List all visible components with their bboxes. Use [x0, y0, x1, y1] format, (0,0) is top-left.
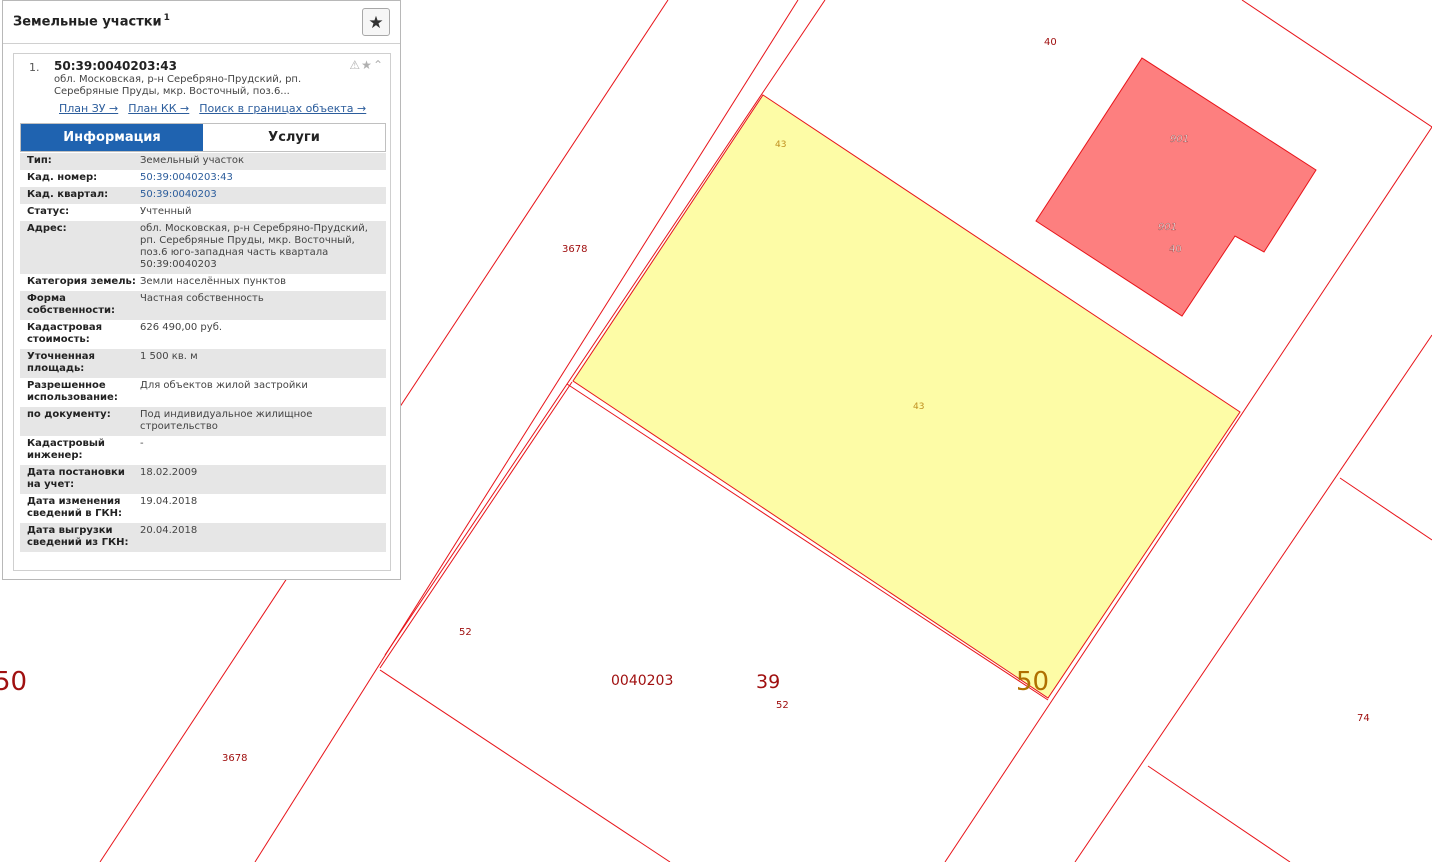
parcel-label-52: 52 [776, 700, 789, 711]
result-links: План ЗУ → План КК → Поиск в границах объек… [59, 102, 376, 115]
info-row-ownership: Форма собственности: Частная собственност… [20, 291, 386, 320]
district-label: 39 [756, 671, 780, 693]
building-label-901: 901 [1170, 134, 1189, 145]
info-table: Тип: Земельный участок Кад. номер: 50:39:0… [20, 153, 386, 552]
info-row-permitted-use: Разрешенное использование: Для объектов ж… [20, 378, 386, 407]
parcel-boundary-line [379, 381, 573, 669]
info-label: Уточненная площадь: [27, 351, 95, 374]
search-in-bounds-link[interactable]: Поиск в границах объекта → [199, 102, 366, 115]
quarter-label: 0040203 [611, 673, 673, 689]
info-row-engineer: Кадастровый инженер: - [20, 436, 386, 465]
land-plots-panel: Земельные участки 1 ★ 1. 50:39:0040203:43… [2, 0, 401, 580]
region-label: 50 [1016, 667, 1049, 697]
info-value: 626 490,00 руб. [140, 322, 223, 333]
info-value: 1 500 кв. м [140, 351, 198, 362]
parcel-boundary-line [1339, 477, 1432, 541]
building-901[interactable] [1035, 57, 1317, 317]
info-row-export-date: Дата выгрузки сведений из ГКН: 20.04.2018 [20, 523, 386, 552]
info-row-cad-quarter: Кад. квартал: 50:39:0040203 [20, 187, 386, 204]
tab-services[interactable]: Услуги [203, 124, 385, 151]
info-value: обл. Московская, р-н Серебряно-Прудский,… [140, 223, 368, 270]
info-row-by-document: по документу: Под индивидуальное жилищное… [20, 407, 386, 436]
tabs: Информация Услуги [20, 123, 386, 152]
result-actions: ⚠★⌃ [349, 58, 384, 72]
parcel-label-43: 43 [913, 402, 924, 412]
info-value: Для объектов жилой застройки [140, 380, 308, 391]
info-label: Кадастровый инженер: [27, 438, 105, 461]
star-icon[interactable]: ★ [361, 58, 373, 72]
info-label: Дата постановки на учет: [27, 467, 125, 490]
info-label: Кад. квартал: [27, 189, 109, 200]
info-row-status: Статус: Учтенный [20, 204, 386, 221]
info-row-cad-value: Кадастровая стоимость: 626 490,00 руб. [20, 320, 386, 349]
result-card[interactable]: 1. 50:39:0040203:43 ⚠★⌃ обл. Московская,… [13, 53, 391, 571]
info-label: Адрес: [27, 223, 67, 234]
region-label: 50 [0, 667, 27, 697]
tab-information[interactable]: Информация [21, 124, 203, 151]
favorites-button[interactable]: ★ [362, 8, 390, 36]
info-value: Под индивидуальное жилищное строительств… [140, 409, 313, 432]
parcel-label-52: 52 [459, 627, 472, 638]
info-value: Земли населённых пунктов [140, 276, 286, 287]
info-value: Земельный участок [140, 155, 245, 166]
result-count-badge: 1 [163, 13, 170, 23]
result-index: 1. [29, 61, 40, 74]
parcel-boundary-line [1147, 765, 1291, 862]
building-label-901: 901 [1158, 222, 1177, 233]
info-row-registered-date: Дата постановки на учет: 18.02.2009 [20, 465, 386, 494]
info-label: Кад. номер: [27, 172, 98, 183]
parcel-label-74: 74 [1357, 713, 1370, 724]
parcel-boundary-line [379, 669, 671, 862]
parcel-label-3678: 3678 [222, 753, 247, 764]
info-value: 19.04.2018 [140, 496, 198, 507]
cad-number-link[interactable]: 50:39:0040203:43 [140, 172, 386, 184]
info-label: Дата изменения сведений в ГКН: [27, 496, 123, 519]
info-label: Разрешенное использование: [27, 380, 118, 403]
info-label: Дата выгрузки сведений из ГКН: [27, 525, 129, 548]
info-row-changed-date: Дата изменения сведений в ГКН: 19.04.2018 [20, 494, 386, 523]
parcel-boundary-line [1241, 0, 1432, 128]
parcel-label-43: 43 [775, 140, 786, 150]
info-label: Тип: [27, 155, 52, 166]
info-row-type: Тип: Земельный участок [20, 153, 386, 170]
info-row-area: Уточненная площадь: 1 500 кв. м [20, 349, 386, 378]
chevron-up-icon[interactable]: ⌃ [373, 58, 384, 72]
info-label: Категория земель: [27, 276, 136, 287]
plan-kk-link[interactable]: План КК → [128, 102, 189, 115]
panel-header: Земельные участки 1 ★ [3, 1, 400, 44]
building-label-40: 40 [1169, 244, 1182, 255]
plan-zu-link[interactable]: План ЗУ → [59, 102, 118, 115]
info-row-land-category: Категория земель: Земли населённых пункто… [20, 274, 386, 291]
result-address: обл. Московская, р-н Серебряно-Прудский,… [54, 74, 302, 97]
star-icon: ★ [368, 13, 384, 33]
info-value: Частная собственность [140, 293, 264, 304]
info-row-address: Адрес: обл. Московская, р-н Серебряно-Пру… [20, 221, 386, 274]
cadastral-number[interactable]: 50:39:0040203:43 [54, 59, 177, 73]
info-value: Учтенный [140, 206, 192, 217]
parcel-label-40: 40 [1044, 37, 1057, 48]
info-label: Форма собственности: [27, 293, 116, 316]
info-label: по документу: [27, 409, 111, 420]
warning-icon[interactable]: ⚠ [349, 58, 361, 72]
panel-title: Земельные участки 1 [13, 13, 170, 30]
cad-quarter-link[interactable]: 50:39:0040203 [140, 189, 386, 201]
info-row-cad-number: Кад. номер: 50:39:0040203:43 [20, 170, 386, 187]
info-value: - [140, 438, 144, 449]
info-value: 18.02.2009 [140, 467, 198, 478]
info-label: Кадастровая стоимость: [27, 322, 102, 345]
info-value: 20.04.2018 [140, 525, 198, 536]
parcel-label-3678: 3678 [562, 244, 587, 255]
info-label: Статус: [27, 206, 70, 217]
